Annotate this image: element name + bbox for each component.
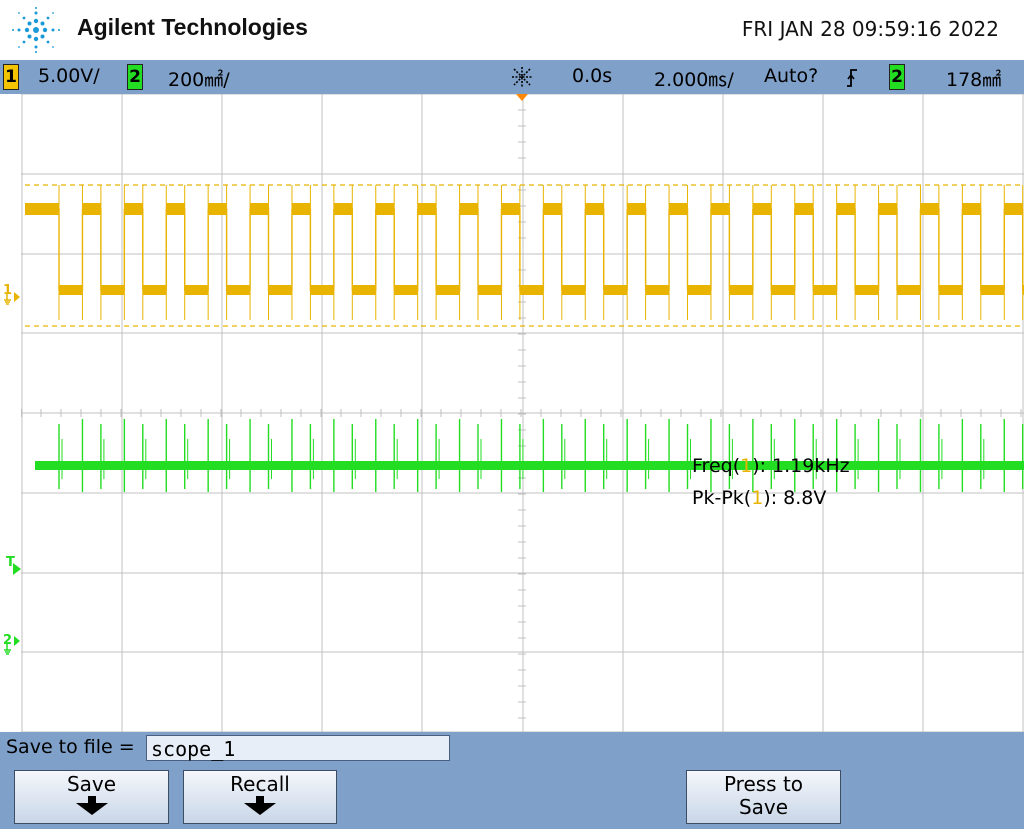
trigger-level[interactable]: 178㎟ [946,65,1001,92]
timebase-value[interactable]: 2.000㎳/ [654,65,734,92]
trigger-source-badge[interactable]: 2 [889,64,905,90]
pkpk-channel: 1 [751,487,764,509]
ch1-low-band [394,285,418,295]
ch1-high-band [124,203,143,215]
rising-edge-icon [847,69,857,87]
ch1-badge[interactable]: 1 [3,64,19,90]
ch1-low-band [352,285,376,295]
header: Agilent Technologies FRI JAN 28 09:59:16… [0,0,1024,60]
save-softkey[interactable]: Save [14,770,169,824]
ch1-low-band [184,285,209,295]
ch1-low-band [310,285,334,295]
freq-label: Freq( [692,455,741,477]
ch1-high-band [710,203,730,215]
ch1-low-band [268,285,292,295]
ch1-high-band [417,203,437,215]
ch1-high-band [669,203,688,215]
ch1-high-band [836,203,856,215]
filename-field[interactable]: scope_1 [146,735,450,761]
ch1-high-band [794,203,814,215]
brand-name: Agilent Technologies [77,14,308,40]
save-softkey-label: Save [66,772,117,796]
pkpk-measurement: Pk-Pk(1): 8.8V [692,487,826,509]
ch2-scale[interactable]: 200㎟/ [168,65,230,92]
ch1-high-band [25,203,59,215]
freq-measurement: Freq(1): 1.19kHz [692,455,850,477]
ch1-low-band [729,285,753,295]
save-to-file-label: Save to file = [6,736,135,758]
acquisition-running-icon [512,67,532,87]
press-to-save-line1: Press to [723,772,804,796]
ch1-low-band [478,285,502,295]
press-to-save-softkey[interactable]: Press to Save [686,770,841,824]
agilent-spark-logo-icon [12,7,60,53]
ch1-high-band [82,203,101,215]
ch1-high-band [208,203,227,215]
ch1-high-band [920,203,939,215]
down-arrow-icon [15,796,168,815]
waveform-display[interactable] [21,94,1024,732]
press-to-save-line2: Save [738,795,789,819]
ch2-ground-icon [4,636,20,655]
ch1-high-band [962,203,981,215]
ch1-low-band [436,285,460,295]
datetime: FRI JAN 28 09:59:16 2022 [741,17,999,41]
ch1-high-band [501,203,520,215]
pkpk-value: ): 8.8V [763,487,827,509]
ch1-low-band [603,285,628,295]
down-arrow-icon [184,796,336,815]
ch1-low-band [142,285,167,295]
ch1-edges [25,208,1024,291]
ch1-high-band [627,203,646,215]
ch1-low-band [980,285,1005,295]
trigger-mode[interactable]: Auto? [764,65,818,87]
ch1-high-band [333,203,353,215]
pkpk-label: Pk-Pk( [692,487,752,509]
status-bar: 1 5.00V/ 2 200㎟/ 0.0s 2.000㎳/ Auto? 2 17… [0,60,1024,94]
ch1-ground-icon [4,292,20,305]
ch1-low-band [59,285,83,295]
ch2-trace [35,419,1024,492]
softkey-bar: Save to file = scope_1 Save Recall Press… [0,732,1024,829]
ch1-low-band [938,285,963,295]
freq-channel: 1 [740,455,753,477]
ch1-low-band [226,285,251,295]
ch1-high-band [250,203,269,215]
waveform-canvas[interactable] [21,94,1024,732]
ch1-high-band [543,203,562,215]
delay-value[interactable]: 0.0s [572,65,612,87]
ch2-baseline [35,461,1024,470]
recall-softkey-label: Recall [230,772,290,796]
ch1-low-band [100,285,125,295]
graticule-ticks [21,94,1022,719]
ch1-high-band [166,203,185,215]
ch1-low-band [645,285,670,295]
trigger-position-marker [516,94,528,101]
ch1-high-band [1004,203,1023,215]
ch1-low-band [897,285,921,295]
ch1-high-band [375,203,395,215]
ch1-low-band [687,285,711,295]
ch1-high-band [459,203,478,215]
recall-softkey[interactable]: Recall [183,770,337,824]
ch1-low-band [813,285,837,295]
ch1-high-band [752,203,772,215]
ch1-low-band [519,285,544,295]
ch1-high-band [585,203,604,215]
ch1-high-band [878,203,897,215]
ch1-low-band [855,285,879,295]
ch1-low-band [771,285,795,295]
ch1-trace [25,185,1024,320]
ch2-badge[interactable]: 2 [127,64,143,90]
ch1-scale[interactable]: 5.00V/ [38,65,100,87]
freq-value: ): 1.19kHz [752,455,850,477]
ch1-low-band [561,285,586,295]
ch1-high-band [291,203,311,215]
